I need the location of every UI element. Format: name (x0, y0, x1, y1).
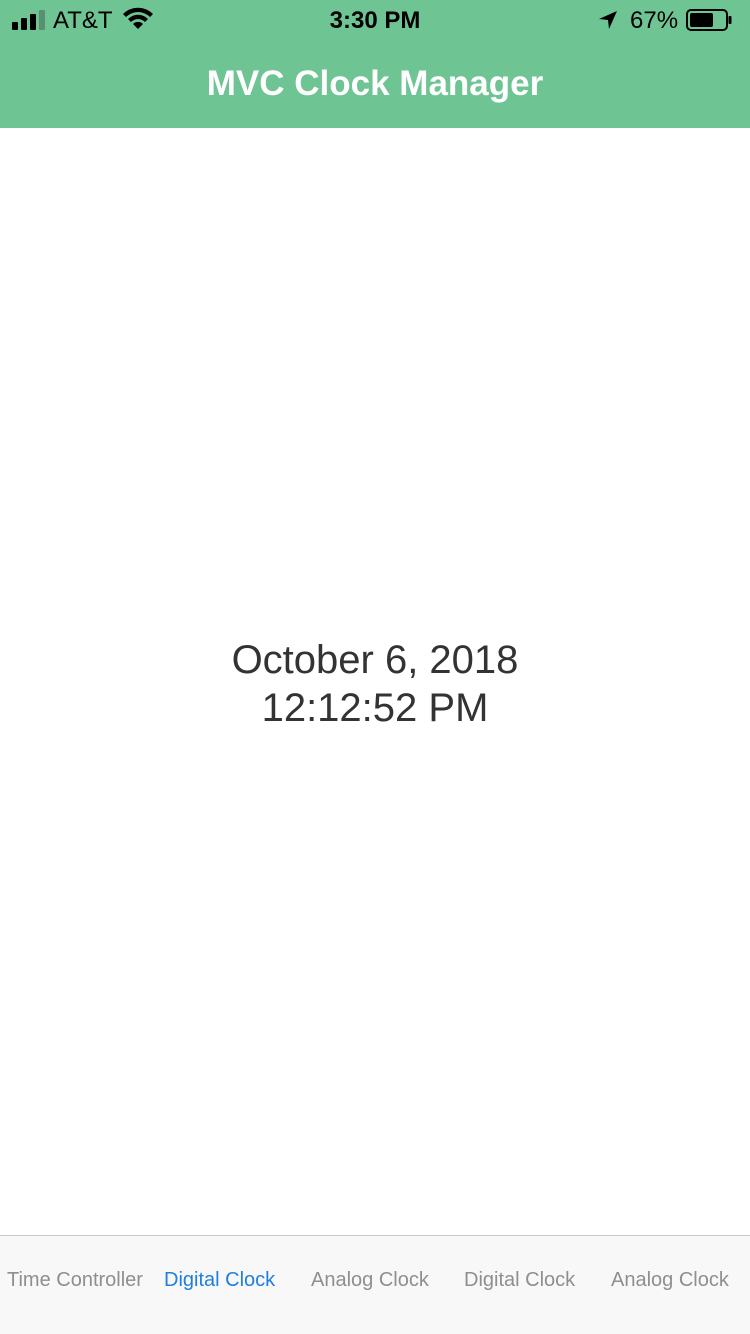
status-bar: AT&T 3:30 PM 67% (0, 0, 750, 40)
tab-bar: Time Controller Digital Clock Analog Clo… (0, 1235, 750, 1334)
clock-time: 12:12:52 PM (261, 686, 489, 730)
location-arrow-icon (599, 11, 617, 29)
tab-time-controller[interactable]: Time Controller (7, 1269, 143, 1292)
battery-percent: 67% (630, 7, 679, 34)
battery-icon (686, 9, 732, 31)
tab-digital-clock-2[interactable]: Digital Clock (464, 1269, 575, 1292)
page-title: MVC Clock Manager (206, 64, 544, 103)
tab-analog-clock-2[interactable]: Analog Clock (611, 1269, 729, 1292)
tab-digital-clock[interactable]: Digital Clock (164, 1269, 275, 1292)
clock-date: October 6, 2018 (231, 638, 519, 682)
main-content: October 6, 2018 12:12:52 PM (0, 128, 750, 1235)
digital-clock-display: October 6, 2018 12:12:52 PM (0, 636, 750, 732)
header-background: AT&T 3:30 PM 67% MVC Clock Manager (0, 0, 750, 128)
tab-analog-clock[interactable]: Analog Clock (311, 1269, 429, 1292)
